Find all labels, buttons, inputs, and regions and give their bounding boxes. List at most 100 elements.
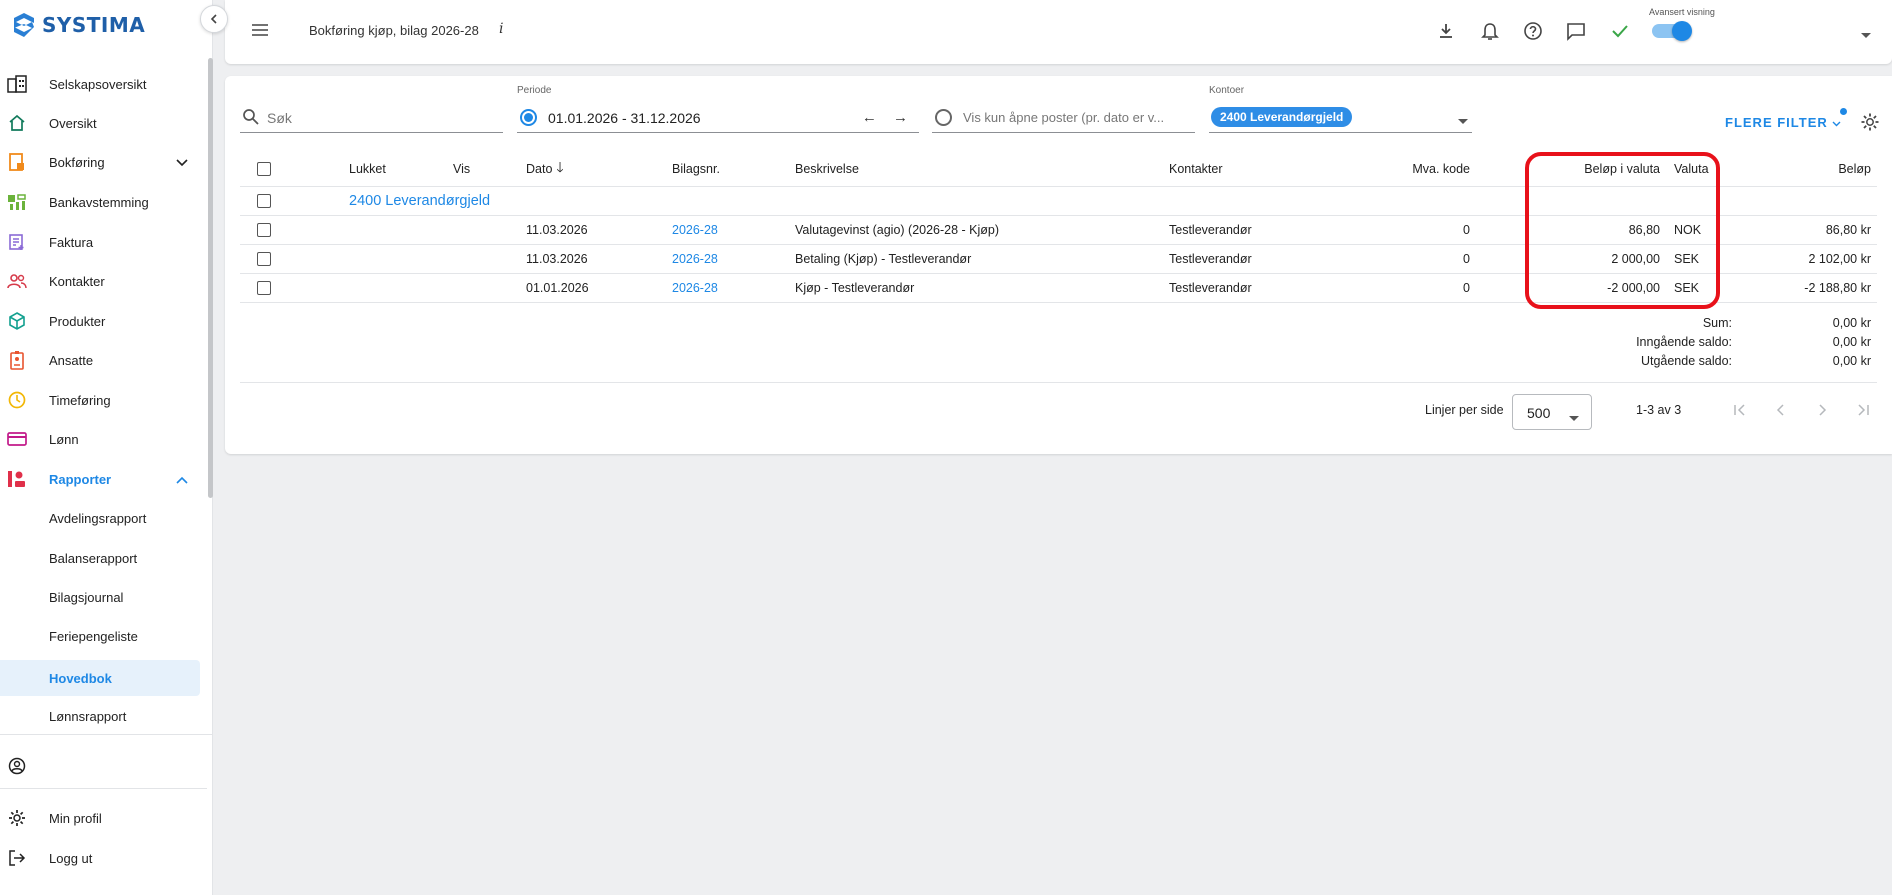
next-page-icon[interactable] (1810, 398, 1834, 422)
sidebar-item-kontakter[interactable]: Kontakter (0, 263, 200, 299)
row-voucher-link[interactable]: 2026-28 (672, 216, 718, 244)
select-all-checkbox[interactable] (257, 152, 271, 186)
sidebar-nav: Selskapsoversikt Oversikt Bokføring Bank… (0, 64, 207, 734)
row-checkbox[interactable] (257, 274, 271, 302)
dropdown-caret-icon[interactable] (1861, 27, 1871, 42)
account-chip[interactable]: 2400 Leverandørgjeld (1211, 107, 1353, 127)
row-vat: 0 (1463, 252, 1470, 266)
period-field[interactable]: Periode 01.01.2026 - 31.12.2026 ← → (517, 85, 919, 133)
sidebar-item-faktura[interactable]: Faktura (0, 224, 200, 260)
row-contact: Testleverandør (1169, 223, 1252, 237)
sidebar-scrollbar[interactable] (208, 58, 213, 498)
search-placeholder: Søk (267, 110, 292, 126)
sidebar-item-rapporter[interactable]: Rapporter (0, 461, 200, 497)
sidebar-item-label: Lønn (49, 431, 79, 447)
dropdown-caret-icon[interactable] (1458, 113, 1468, 128)
sidebar-subitem-hovedbok[interactable]: Hovedbok (0, 660, 200, 696)
sidebar-subitem-avdelingsrapport[interactable]: Avdelingsrapport (0, 500, 200, 536)
sidebar-item-lonn[interactable]: Lønn (0, 421, 200, 457)
systima-logo-icon (14, 13, 34, 37)
menu-icon[interactable] (250, 20, 270, 43)
closing-balance-value: 0,00 kr (1832, 354, 1871, 368)
col-date-label: Dato (526, 162, 553, 176)
row-voucher-link[interactable]: 2026-28 (672, 274, 718, 302)
group-checkbox[interactable] (257, 187, 271, 215)
sidebar-item-label: Min profil (49, 810, 102, 826)
filter-indicator-dot (1840, 108, 1847, 115)
sidebar-item-label: Kontakter (49, 273, 105, 289)
col-description[interactable]: Beskrivelse (795, 152, 859, 186)
download-icon[interactable] (1434, 19, 1458, 43)
col-currency[interactable]: Valuta (1674, 152, 1709, 186)
accounts-select[interactable]: Kontoer 2400 Leverandørgjeld (1209, 85, 1472, 133)
period-arrows[interactable]: ← → (862, 109, 914, 126)
col-amount-currency[interactable]: Beløp i valuta (1540, 152, 1660, 186)
advanced-view-toggle[interactable] (1652, 21, 1692, 41)
sidebar-item-selskapsoversikt[interactable]: Selskapsoversikt (0, 66, 200, 102)
row-date: 11.03.2026 (526, 252, 588, 266)
open-posts-field[interactable]: Vis kun åpne poster (pr. dato er v... (932, 103, 1195, 133)
sidebar-item-user[interactable] (0, 748, 200, 784)
col-voucher[interactable]: Bilagsnr. (672, 152, 720, 186)
sidebar-subitem-lonnsrapport[interactable]: Lønnsrapport (0, 698, 200, 734)
row-description: Kjøp - Testleverandør (795, 281, 915, 295)
sidebar-item-label: Timeføring (49, 392, 111, 408)
lines-per-page-label: Linjer per side (1425, 403, 1504, 417)
gear-icon (7, 808, 27, 828)
row-date: 01.01.2026 (526, 281, 589, 295)
info-icon[interactable]: i (499, 21, 503, 37)
logout-icon (7, 848, 27, 868)
group-account-link[interactable]: 2400 Leverandørgjeld (349, 187, 490, 215)
open-posts-radio[interactable] (935, 109, 952, 126)
sidebar-item-produkter[interactable]: Produkter (0, 303, 200, 339)
row-checkbox[interactable] (257, 216, 271, 244)
table-header: Lukket Vis Dato 🡓 Bilagsnr. Beskrivelse K… (240, 152, 1877, 187)
sidebar-subitem-label: Feriepengeliste (49, 628, 138, 644)
sidebar-item-label: Bankavstemming (49, 194, 149, 210)
col-contacts[interactable]: Kontakter (1169, 152, 1223, 186)
lines-per-page-select[interactable]: 500 (1512, 394, 1592, 430)
col-vat[interactable]: Mva. kode (1340, 152, 1470, 186)
systima-logo[interactable]: SYSTIMA (12, 12, 145, 38)
sidebar-subitem-label: Bilagsjournal (49, 589, 124, 605)
chart-icon (7, 469, 27, 489)
row-checkbox[interactable] (257, 245, 271, 273)
sidebar-item-logg-ut[interactable]: Logg ut (0, 840, 200, 876)
col-amount[interactable]: Beløp (1740, 152, 1871, 186)
sidebar-subitem-bilagsjournal[interactable]: Bilagsjournal (0, 579, 200, 615)
sidebar-item-bankavstemming[interactable]: Bankavstemming (0, 184, 200, 220)
search-input[interactable]: Søk (240, 103, 503, 133)
sidebar-subitem-feriepengeliste[interactable]: Feriepengeliste (0, 618, 200, 654)
sidebar-item-min-profil[interactable]: Min profil (0, 800, 200, 836)
sidebar-item-label: Ansatte (49, 352, 94, 368)
collapse-sidebar-button[interactable] (200, 5, 228, 33)
sidebar-item-ansatte[interactable]: Ansatte (0, 342, 200, 378)
col-date[interactable]: Dato 🡓 (526, 152, 564, 186)
period-value: 01.01.2026 - 31.12.2026 (548, 110, 701, 126)
sidebar-subitem-balanserapport[interactable]: Balanserapport (0, 540, 200, 576)
prev-page-icon[interactable] (1769, 398, 1793, 422)
col-show[interactable]: Vis (453, 152, 470, 186)
sidebar-subitem-label: Balanserapport (49, 550, 138, 566)
checkmark-icon[interactable] (1608, 19, 1632, 43)
row-voucher-link[interactable]: 2026-28 (672, 245, 718, 273)
chat-icon[interactable] (1564, 19, 1588, 43)
row-contact: Testleverandør (1169, 252, 1252, 266)
more-filters-button[interactable]: FLERE FILTER (1725, 115, 1841, 130)
ledger-card: Søk Periode 01.01.2026 - 31.12.2026 ← → … (225, 76, 1892, 454)
first-page-icon[interactable] (1728, 398, 1752, 422)
sidebar-item-bokforing[interactable]: Bokføring (0, 144, 200, 180)
period-radio[interactable] (520, 109, 537, 126)
bell-icon[interactable] (1478, 19, 1502, 43)
help-icon[interactable] (1521, 19, 1545, 43)
more-filters-label: FLERE FILTER (1725, 115, 1828, 130)
table-settings-icon[interactable] (1860, 112, 1880, 135)
col-closed[interactable]: Lukket (349, 152, 386, 186)
last-page-icon[interactable] (1851, 398, 1875, 422)
opening-balance-label: Inngående saldo: (1636, 335, 1732, 349)
lines-per-page-value: 500 (1527, 405, 1551, 421)
sidebar-item-oversikt[interactable]: Oversikt (0, 105, 200, 141)
sidebar-item-label: Selskapsoversikt (49, 76, 147, 92)
sidebar-item-timeforing[interactable]: Timeføring (0, 382, 200, 418)
sidebar-subitem-label: Lønnsrapport (49, 708, 127, 724)
